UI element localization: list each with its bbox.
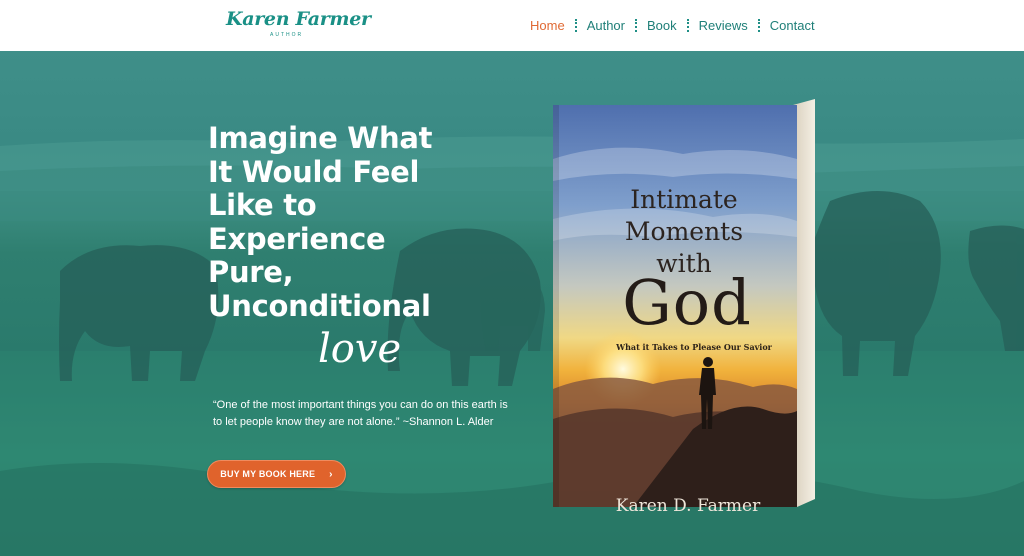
nav-book[interactable]: Book: [637, 18, 687, 33]
logo-name: Karen Farmer: [226, 8, 371, 30]
site-logo[interactable]: Karen Farmer AUTHOR: [226, 8, 371, 42]
book-title-large: God: [622, 266, 752, 339]
book-cover[interactable]: Intimate Moments with God What it Takes …: [553, 99, 816, 516]
buy-book-button[interactable]: BUY MY BOOK HERE ›: [207, 460, 346, 488]
nav-contact[interactable]: Contact: [760, 18, 825, 33]
main-nav: Home Author Book Reviews Contact: [520, 15, 825, 35]
hero-background-image: [0, 136, 1024, 556]
book-subtitle: What it Takes to Please Our Savior: [616, 342, 772, 352]
hero-headline: Imagine What It Would Feel Like to Exper…: [208, 121, 488, 323]
book-author: Karen D. Farmer: [615, 496, 761, 516]
book-title-line: Moments: [624, 217, 744, 246]
headline-line: Experience: [208, 221, 386, 256]
headline-line: It Would Feel: [208, 154, 420, 189]
headline-line: Like to: [208, 188, 317, 222]
buy-book-button-label: BUY MY BOOK HERE: [220, 469, 316, 479]
nav-author[interactable]: Author: [577, 18, 635, 33]
headline-line: Pure,: [208, 255, 294, 289]
nav-reviews[interactable]: Reviews: [689, 18, 758, 33]
hero-script-word: love: [318, 326, 402, 372]
headline-line: Unconditional: [208, 288, 431, 323]
hero-quote: “One of the most important things you ca…: [213, 399, 508, 428]
nav-home[interactable]: Home: [520, 18, 575, 33]
site-header: Karen Farmer AUTHOR Home Author Book Rev…: [0, 0, 1024, 51]
chevron-right-icon: ›: [329, 468, 333, 480]
logo-subtitle: AUTHOR: [270, 32, 304, 38]
headline-line: Imagine What: [208, 121, 433, 155]
book-title-line: Intimate: [630, 185, 738, 214]
hero-section: Imagine What It Would Feel Like to Exper…: [0, 51, 1024, 556]
